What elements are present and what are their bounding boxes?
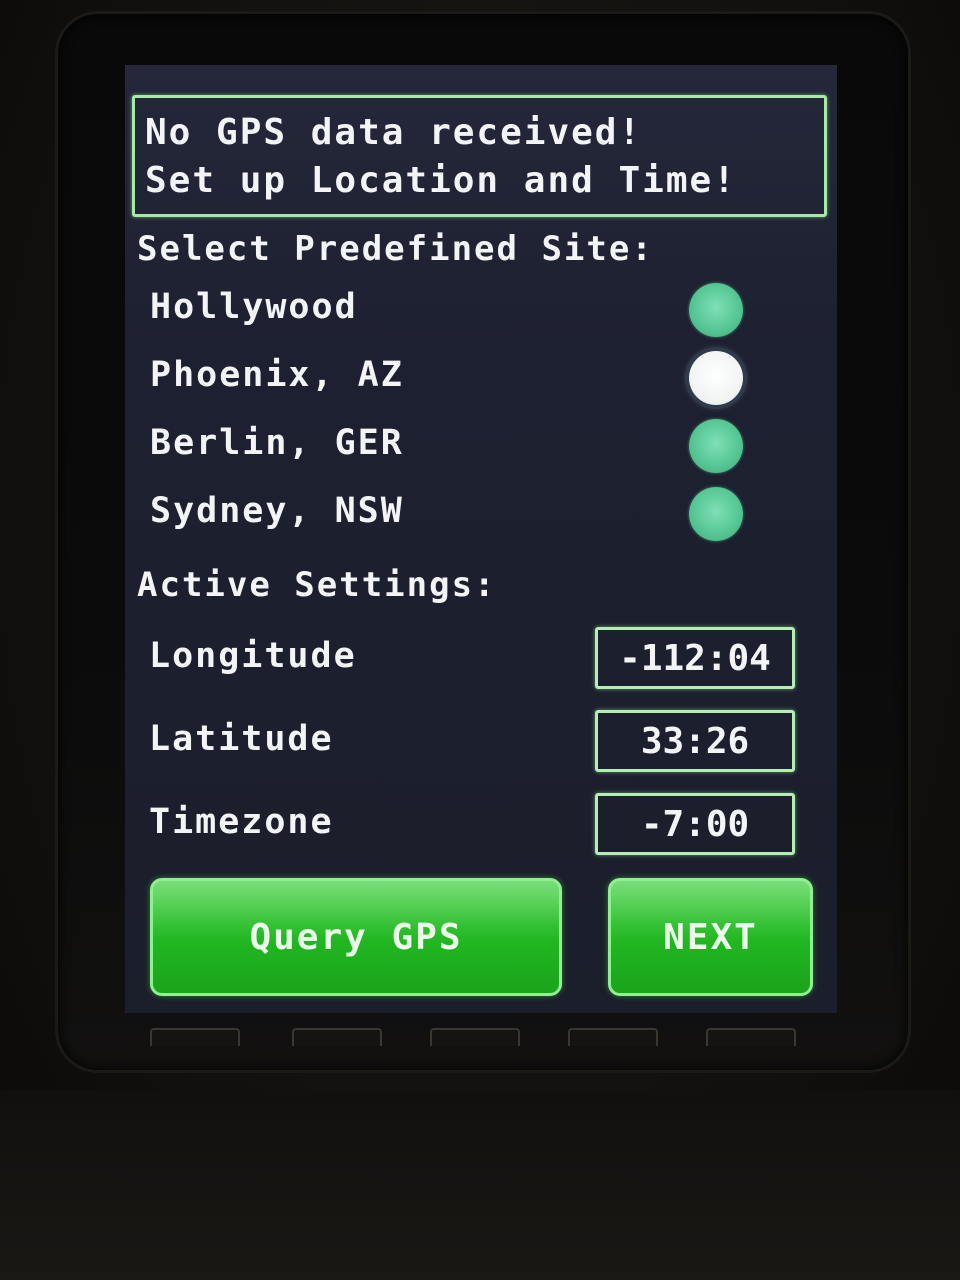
timezone-label: Timezone bbox=[149, 802, 334, 842]
radio-hollywood[interactable] bbox=[689, 283, 743, 337]
timezone-value: -7:00 bbox=[640, 803, 750, 845]
site-section-heading: Select Predefined Site: bbox=[137, 229, 654, 269]
radio-sydney[interactable] bbox=[689, 487, 743, 541]
latitude-field[interactable]: 33:26 bbox=[595, 710, 795, 772]
hardware-button-3[interactable] bbox=[430, 1028, 520, 1046]
site-label-sydney[interactable]: Sydney, NSW bbox=[150, 491, 404, 531]
hardware-button-5[interactable] bbox=[706, 1028, 796, 1046]
hardware-button-row bbox=[150, 1028, 800, 1048]
alert-line-1: No GPS data received! bbox=[145, 112, 643, 153]
radio-phoenix-selected[interactable] bbox=[689, 351, 743, 405]
query-gps-button[interactable]: Query GPS bbox=[150, 878, 562, 996]
site-label-berlin[interactable]: Berlin, GER bbox=[150, 423, 404, 463]
lcd-screen: No GPS data received! Set up Location an… bbox=[125, 65, 837, 1013]
gps-alert-box: No GPS data received! Set up Location an… bbox=[132, 95, 827, 217]
timezone-field[interactable]: -7:00 bbox=[595, 793, 795, 855]
device-housing: No GPS data received! Set up Location an… bbox=[0, 0, 960, 1280]
hardware-button-2[interactable] bbox=[292, 1028, 382, 1046]
site-label-phoenix[interactable]: Phoenix, AZ bbox=[150, 355, 404, 395]
device-lower-body bbox=[0, 1090, 960, 1280]
radio-berlin[interactable] bbox=[689, 419, 743, 473]
longitude-label: Longitude bbox=[149, 636, 357, 676]
alert-line-2: Set up Location and Time! bbox=[145, 160, 737, 201]
hardware-button-1[interactable] bbox=[150, 1028, 240, 1046]
settings-section-heading: Active Settings: bbox=[137, 565, 497, 605]
site-label-hollywood[interactable]: Hollywood bbox=[150, 287, 358, 327]
longitude-value: -112:04 bbox=[619, 637, 771, 679]
next-button[interactable]: NEXT bbox=[608, 878, 813, 996]
hardware-button-4[interactable] bbox=[568, 1028, 658, 1046]
latitude-label: Latitude bbox=[149, 719, 334, 759]
longitude-field[interactable]: -112:04 bbox=[595, 627, 795, 689]
query-gps-button-label: Query GPS bbox=[249, 916, 463, 958]
latitude-value: 33:26 bbox=[640, 720, 750, 762]
next-button-label: NEXT bbox=[663, 916, 758, 958]
